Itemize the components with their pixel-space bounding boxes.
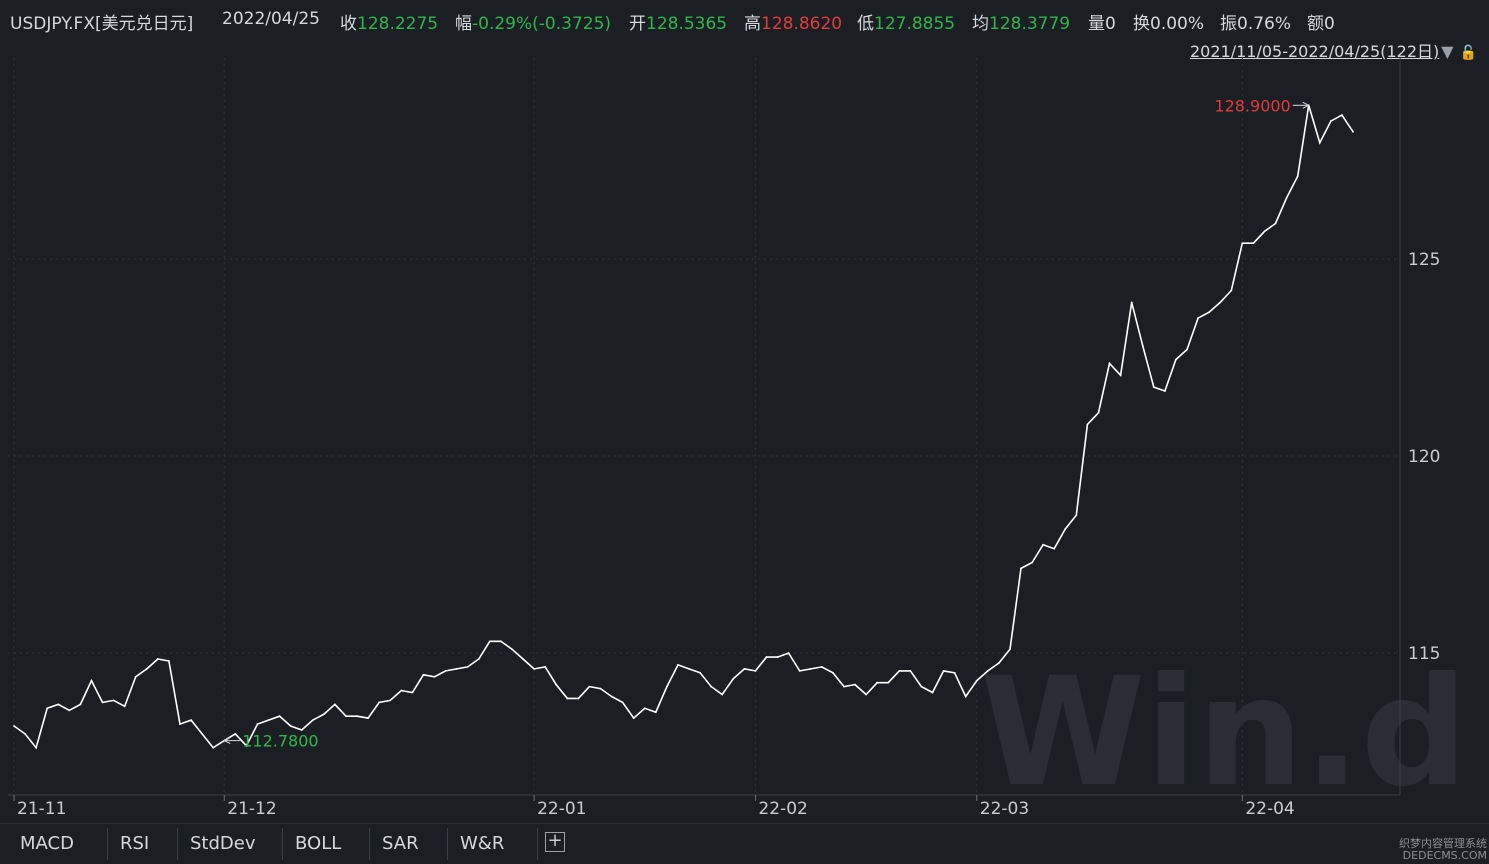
tab-macd[interactable]: MACD [8,828,108,860]
x-tick-label: 21-12 [227,799,276,819]
low-value: 127.8855 [874,14,956,34]
low-field: 低127.8855 [857,14,956,34]
max-annotation-label: 128.9000 [1214,96,1290,115]
x-tick-label: 22-03 [980,799,1029,819]
tab-wr[interactable]: W&R [448,828,538,860]
tab-rsi[interactable]: RSI [108,828,178,860]
close-field: 收128.2275 [340,14,439,34]
change-field: 幅-0.29%(-0.3725) [455,14,612,34]
y-tick-label: 115 [1408,644,1440,664]
close-value: 128.2275 [357,14,439,34]
turnover-field: 换0.00% [1133,14,1205,34]
tab-sar[interactable]: SAR [370,828,448,860]
amplitude-field: 振0.76% [1220,14,1292,34]
amount-field: 额0 [1307,14,1335,34]
turnover-value: 0.00% [1150,14,1205,34]
y-axis-ticks: 115 120 125 [1408,250,1440,664]
watermark-url: DEDECMS.COM [1402,849,1487,862]
open-field: 开128.5365 [629,14,728,34]
x-tick-label: 22-01 [537,799,586,819]
x-tick-label: 21-11 [17,799,66,819]
min-annotation-label: 112.7800 [242,732,318,751]
indicator-tab-bar: MACD RSI StdDev BOLL SAR W&R + [0,823,1489,864]
amount-value: 0 [1324,14,1335,34]
avg-value: 128.3779 [989,14,1071,34]
price-chart[interactable]: Win.d 21-11 21-12 22-01 22-02 22-03 22-04 115… [0,58,1489,823]
open-value: 128.5365 [646,14,728,34]
change-value: -0.29%(-0.3725) [472,14,612,34]
volume-value: 0 [1105,14,1116,34]
x-tick-label: 22-02 [758,799,807,819]
site-watermark: 织梦内容管理系统 DEDECMS.COM [1399,838,1487,862]
y-tick-label: 125 [1408,250,1440,270]
volume-field: 量0 [1088,14,1116,34]
high-value: 128.8620 [761,14,843,34]
tab-stddev[interactable]: StdDev [178,828,283,860]
avg-field: 均128.3779 [972,14,1071,34]
watermark-logo: Win.d [980,646,1468,820]
x-tick-label: 22-04 [1245,799,1294,819]
quote-header: USDJPY.FX[美元兑日元] 2022/04/25 收128.2275 幅-… [0,0,1489,38]
plus-icon[interactable]: + [545,832,565,852]
symbol-label: USDJPY.FX[美元兑日元] [10,14,194,34]
y-tick-label: 120 [1408,447,1440,467]
tab-boll[interactable]: BOLL [283,828,370,860]
high-field: 高128.8620 [744,14,843,34]
date-label: 2022/04/25 [222,9,320,29]
amplitude-value: 0.76% [1237,14,1292,34]
